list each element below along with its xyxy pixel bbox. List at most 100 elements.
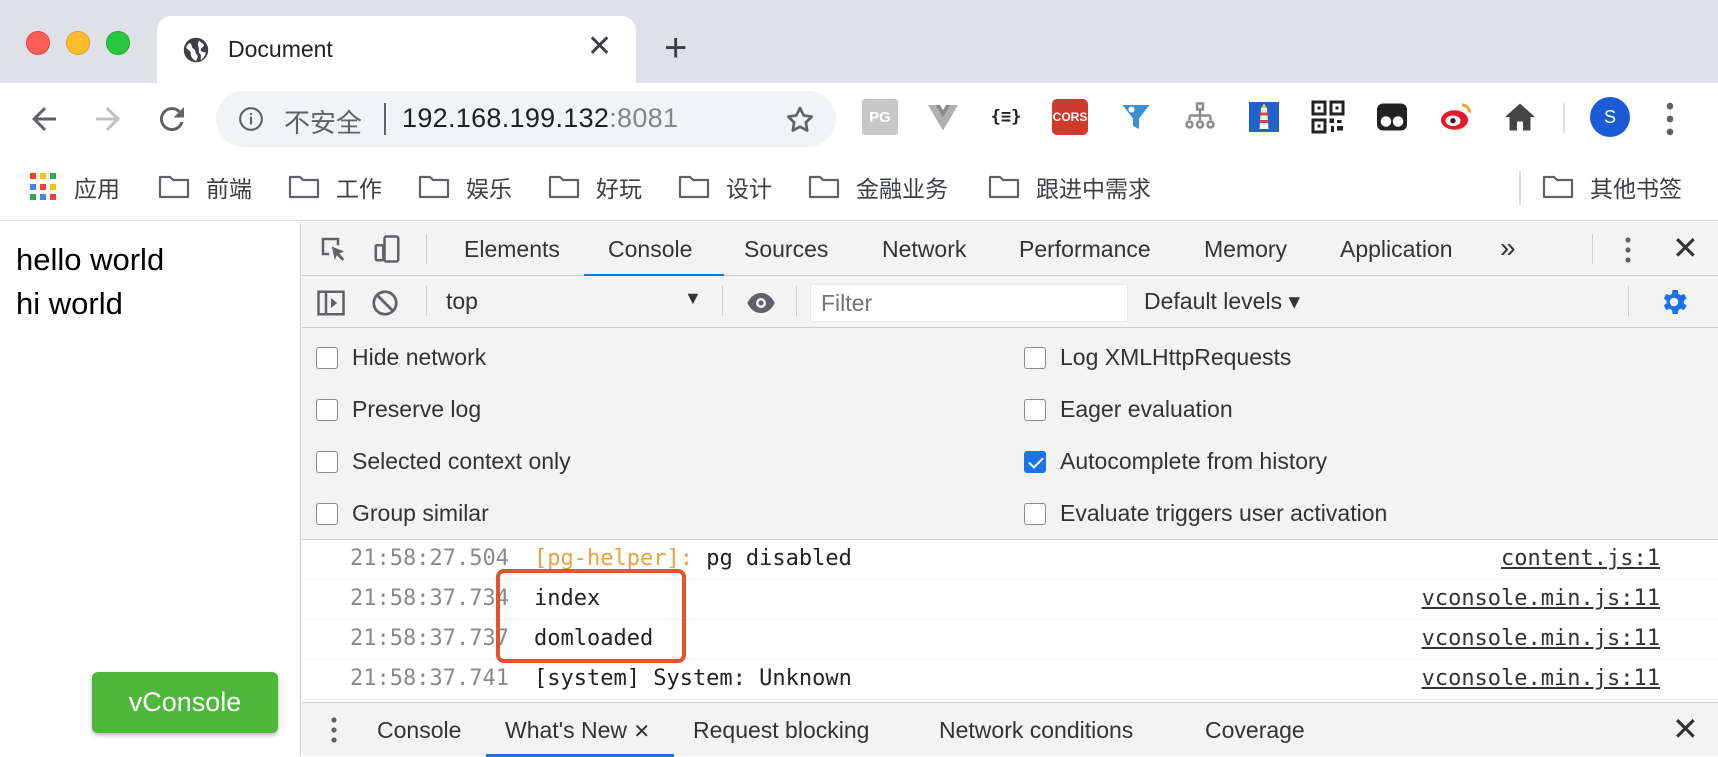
cors-label: CORS — [1052, 110, 1088, 124]
bookmark-folder[interactable]: 金融业务 — [808, 167, 948, 207]
drawer-tab-console[interactable]: Console — [377, 717, 461, 744]
drawer-tab-whats-new[interactable]: What's New ✕ — [505, 717, 650, 744]
close-icon[interactable]: ✕ — [633, 721, 650, 743]
checkbox-box[interactable] — [1024, 502, 1046, 525]
devtools-menu-icon[interactable] — [1624, 236, 1632, 264]
tab-console[interactable]: Console — [608, 236, 692, 263]
bookmark-folder[interactable]: 前端 — [158, 167, 252, 207]
url-text[interactable]: 192.168.199.132:8081 — [402, 103, 678, 134]
reload-icon[interactable] — [154, 101, 190, 137]
checkbox-box[interactable] — [1024, 398, 1046, 421]
console-message: 21:58:37.734 index vconsole.min.js:11 — [302, 580, 1718, 620]
chevron-down-icon[interactable]: ▼ — [684, 288, 702, 309]
lighthouse-icon[interactable] — [1246, 99, 1282, 135]
qr-code-icon[interactable] — [1310, 99, 1346, 135]
checkbox-box[interactable] — [316, 346, 338, 369]
window-minimize-button[interactable] — [66, 31, 90, 55]
tab-memory[interactable]: Memory — [1204, 236, 1287, 263]
back-arrow-icon[interactable] — [26, 101, 62, 137]
show-sidebar-icon[interactable] — [316, 288, 346, 318]
toolbar-separator — [722, 286, 723, 316]
checkbox-label: Log XMLHttpRequests — [1060, 344, 1292, 370]
message-source-link[interactable]: vconsole.min.js:11 — [1422, 586, 1660, 611]
new-tab-button[interactable]: + — [664, 28, 687, 68]
vue-devtools-icon[interactable] — [925, 99, 961, 135]
drawer-tab-coverage[interactable]: Coverage — [1205, 717, 1305, 744]
filter-input[interactable] — [810, 284, 1128, 322]
toolbar-separator — [1592, 234, 1593, 264]
tampermonkey-icon[interactable] — [1374, 99, 1410, 135]
checkbox-box[interactable] — [316, 502, 338, 525]
drawer-menu-icon[interactable] — [330, 716, 338, 744]
home-icon[interactable] — [1502, 99, 1538, 135]
tab-performance[interactable]: Performance — [1019, 236, 1151, 263]
bookmark-folder-label: 跟进中需求 — [1036, 176, 1151, 202]
drawer-close-icon[interactable]: ✕ — [1672, 713, 1699, 745]
drawer-tab-request-blocking[interactable]: Request blocking — [693, 717, 869, 744]
toolbar-separator — [796, 286, 797, 316]
message-source-link[interactable]: content.js:1 — [1501, 546, 1660, 571]
info-icon[interactable] — [238, 106, 264, 132]
window-close-button[interactable] — [26, 31, 50, 55]
bookmark-apps[interactable]: 应用 — [30, 167, 120, 207]
bookmarks-bar: 应用 前端 工作 娱乐 好玩 设计 金融业务 跟进中需求 其他书签 — [0, 155, 1718, 221]
checkbox-box[interactable] — [1024, 346, 1046, 369]
address-bar[interactable]: 不安全 192.168.199.132:8081 — [216, 91, 836, 147]
bookmark-folder[interactable]: 跟进中需求 — [988, 167, 1151, 207]
log-levels-dropdown[interactable]: Default levels ▾ — [1144, 288, 1300, 315]
hide-network-checkbox[interactable]: Hide network — [316, 344, 486, 371]
chrome-menu-icon[interactable] — [1660, 101, 1680, 137]
weibo-icon[interactable] — [1438, 99, 1474, 135]
bookmark-folder[interactable]: 工作 — [288, 167, 382, 207]
console-message: 21:58:27.504 [pg-helper]: pg disabled co… — [302, 540, 1718, 580]
forward-arrow-icon[interactable] — [90, 101, 126, 137]
drawer-tab-network-conditions[interactable]: Network conditions — [939, 717, 1133, 744]
devtools-panel: Elements Console Sources Network Perform… — [302, 222, 1718, 757]
message-source-link[interactable]: vconsole.min.js:11 — [1422, 626, 1660, 651]
browser-tab-document[interactable]: Document ✕ — [157, 16, 636, 83]
autocomplete-history-checkbox[interactable]: Autocomplete from history — [1024, 448, 1327, 475]
selected-context-only-checkbox[interactable]: Selected context only — [316, 448, 571, 475]
close-icon[interactable]: ✕ — [587, 32, 612, 62]
clear-console-icon[interactable] — [370, 288, 400, 318]
device-toolbar-icon[interactable] — [372, 234, 402, 264]
checkbox-box[interactable] — [316, 398, 338, 421]
window-zoom-button[interactable] — [106, 31, 130, 55]
checkbox-box-checked[interactable] — [1024, 450, 1046, 473]
gear-icon[interactable] — [1658, 286, 1690, 318]
message-source-link[interactable]: vconsole.min.js:11 — [1422, 666, 1660, 691]
inspect-element-icon[interactable] — [318, 234, 348, 264]
bookmark-other[interactable]: 其他书签 — [1542, 167, 1682, 207]
evaluate-triggers-checkbox[interactable]: Evaluate triggers user activation — [1024, 500, 1387, 527]
funnel-extension-icon[interactable] — [1118, 99, 1154, 135]
context-selector[interactable]: top — [446, 288, 478, 315]
bookmark-folder[interactable]: 好玩 — [548, 167, 642, 207]
eye-icon[interactable] — [744, 288, 778, 318]
tab-application[interactable]: Application — [1340, 236, 1453, 263]
profile-avatar[interactable]: S — [1590, 97, 1630, 137]
bookmark-folder[interactable]: 设计 — [678, 167, 772, 207]
checkbox-label: Eager evaluation — [1060, 396, 1233, 422]
vconsole-button[interactable]: vConsole — [92, 672, 278, 733]
tab-network[interactable]: Network — [882, 236, 966, 263]
bookmark-folder-label: 娱乐 — [466, 176, 512, 202]
pg-helper-icon[interactable]: PG — [862, 99, 898, 135]
sitemap-icon[interactable] — [1182, 99, 1218, 135]
more-tabs-icon[interactable]: » — [1500, 232, 1516, 264]
eager-evaluation-checkbox[interactable]: Eager evaluation — [1024, 396, 1233, 423]
json-formatter-icon[interactable]: {≡} — [988, 99, 1024, 135]
bookmark-star-icon[interactable] — [784, 104, 816, 136]
tab-sources[interactable]: Sources — [744, 236, 828, 263]
bookmark-folder[interactable]: 娱乐 — [418, 167, 512, 207]
toolbar-divider — [1563, 103, 1565, 133]
preserve-log-checkbox[interactable]: Preserve log — [316, 396, 481, 423]
tab-elements[interactable]: Elements — [464, 236, 560, 263]
group-similar-checkbox[interactable]: Group similar — [316, 500, 489, 527]
log-xhr-checkbox[interactable]: Log XMLHttpRequests — [1024, 344, 1291, 371]
cors-icon[interactable]: CORS — [1052, 99, 1088, 135]
checkbox-box[interactable] — [316, 450, 338, 473]
folder-icon — [418, 175, 450, 199]
devtools-close-icon[interactable]: ✕ — [1672, 232, 1699, 264]
message-timestamp: 21:58:37.737 — [350, 626, 509, 651]
security-label[interactable]: 不安全 — [284, 103, 362, 140]
